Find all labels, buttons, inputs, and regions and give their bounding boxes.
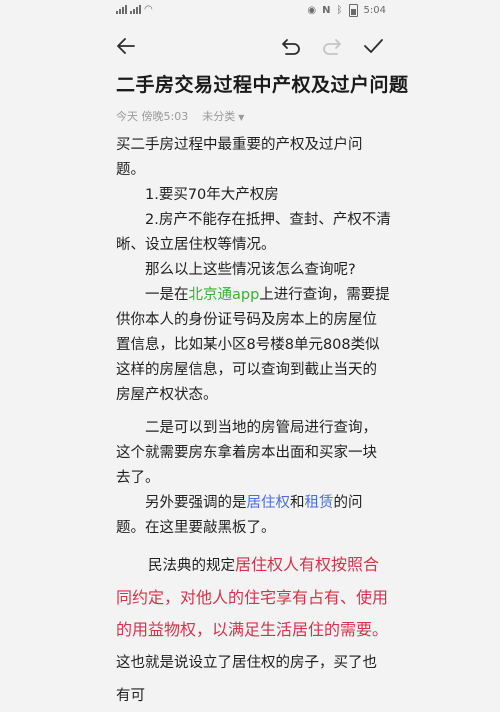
paragraph-1: 一是在北京通app上进行查询，需要提供你本人的身份证号码及房本上的房屋位置信息，… <box>116 283 391 408</box>
p1-highlight: 北京通app <box>188 287 260 303</box>
note-body[interactable]: 买二手房过程中最重要的产权及过户问题。 1.要买70年大产权房 2.房产不能存在… <box>116 133 391 712</box>
redo-button[interactable] <box>320 34 344 58</box>
category-label: 未分类 <box>202 110 236 123</box>
paragraph-4: 民法典的规定居住权人有权按照合同约定，对他人的住宅享有占有、使用的用益物权，以满… <box>116 549 391 712</box>
redo-icon <box>323 39 341 55</box>
undo-button[interactable] <box>279 34 303 58</box>
undo-icon <box>282 39 300 55</box>
status-bar: ◠ ◉ N ᛒ 5:04 <box>0 0 500 22</box>
p1-prefix: 一是在 <box>145 287 189 303</box>
bluetooth-icon: ᛒ <box>336 5 343 16</box>
category-selector[interactable]: 未分类 ▼ <box>202 108 244 124</box>
back-button[interactable] <box>114 34 138 58</box>
note-toolbar <box>0 30 500 62</box>
wifi-icon: ◠ <box>144 4 153 15</box>
nfc-icon: N <box>322 5 331 16</box>
p4-suffix: 这也就是说设立了居住权的房子，买了也有可 <box>116 655 377 704</box>
note-meta: 今天 傍晚5:03 未分类 ▼ <box>116 108 244 124</box>
battery-icon <box>348 4 358 17</box>
p4-prefix: 民法典的规定 <box>148 558 235 574</box>
signal-indicators: ◠ <box>116 4 153 15</box>
list-item-1: 1.要买70年大产权房 <box>145 187 279 203</box>
note-timestamp: 今天 傍晚5:03 <box>116 110 189 123</box>
paragraph-3: 另外要强调的是居住权和租赁的问题。在这里要敲黑板了。 <box>116 491 391 541</box>
paragraph-intro: 买二手房过程中最重要的产权及过户问题。 <box>116 137 363 178</box>
eye-icon: ◉ <box>307 5 317 16</box>
clock-time: 5:04 <box>363 5 386 16</box>
chevron-down-icon: ▼ <box>238 113 245 122</box>
p3-prefix: 另外要强调的是 <box>145 495 247 511</box>
paragraph-2: 二是可以到当地的房管局进行查询，这个就需要房东拿着房本出面和买家一块去了。 <box>116 420 377 486</box>
status-right: ◉ N ᛒ 5:04 <box>307 4 386 17</box>
note-title[interactable]: 二手房交易过程中产权及过户问题 <box>116 70 408 97</box>
check-icon <box>364 39 383 53</box>
paragraph-question: 那么以上这些情况该怎么查询呢? <box>145 262 356 278</box>
signal-icon <box>116 5 127 14</box>
p3-keyword-residence: 居住权 <box>246 495 291 511</box>
signal-icon-2 <box>130 5 141 14</box>
p3-keyword-lease: 租赁 <box>304 495 334 511</box>
arrow-left-icon <box>117 38 135 54</box>
p1-rest: 上进行查询，需要提供你本人的身份证号码及房本上的房屋位置信息，比如某小区8号楼8… <box>116 287 390 403</box>
p3-and: 和 <box>290 495 305 511</box>
done-button[interactable] <box>361 34 385 58</box>
list-item-2: 2.房产不能存在抵押、查封、产权不清晰、设立居住权等情况。 <box>116 212 391 253</box>
